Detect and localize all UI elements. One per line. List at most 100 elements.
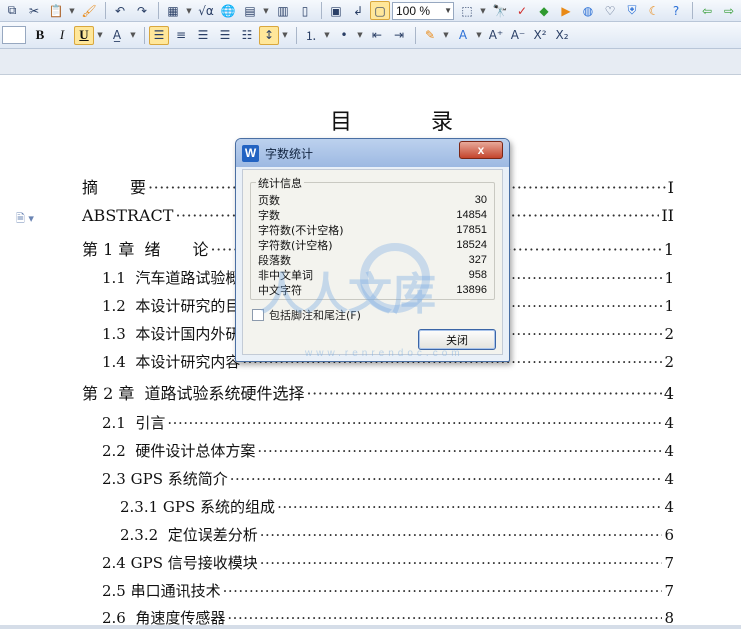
table-dropdown-icon[interactable]: ▼ xyxy=(262,1,270,20)
toc-entry[interactable]: 2.4 GPS 信号接收模块 7 xyxy=(102,552,674,573)
reading-mode-icon[interactable]: ▢ xyxy=(370,1,390,20)
close-button[interactable]: 关闭 xyxy=(418,329,496,350)
toc-entry[interactable]: 2.3.1 GPS 系统的组成 4 xyxy=(120,496,674,517)
decrease-indent-icon[interactable]: ⇤ xyxy=(367,26,387,45)
paragraph-marker-icon[interactable]: 🗎 ▾ xyxy=(16,210,34,229)
dialog-close-button[interactable]: x xyxy=(459,141,503,159)
italic-button[interactable]: I xyxy=(52,26,72,45)
toc-entry-page: 2 xyxy=(664,325,674,343)
document-map-icon[interactable]: ▣ xyxy=(326,1,346,20)
toc-entry-label: 1.1 汽车道路试验概 xyxy=(102,269,241,287)
align-center-icon[interactable]: ≡ xyxy=(171,26,191,45)
table-icon[interactable]: ▤ xyxy=(240,1,260,20)
dialog-titlebar[interactable]: W 字数统计 x xyxy=(236,139,509,167)
line-spacing-dropdown-icon[interactable]: ▼ xyxy=(281,26,289,45)
paste-dropdown-icon[interactable]: ▼ xyxy=(68,1,76,20)
toc-entry-page: 2 xyxy=(664,353,674,371)
stat-value: 18524 xyxy=(456,239,487,251)
toc-entry[interactable]: 2.3.2 定位误差分析 6 xyxy=(120,524,674,545)
zoom-select[interactable]: 100 % ▼ xyxy=(392,1,454,20)
subscript-button[interactable]: X₂ xyxy=(552,26,572,45)
toc-entry-label: 2.3.2 定位误差分析 xyxy=(120,526,258,544)
bold-button[interactable]: B xyxy=(30,26,50,45)
bullet-list-dropdown-icon[interactable]: ▼ xyxy=(356,26,364,45)
forward-arrow-icon[interactable]: ⇨ xyxy=(719,1,739,20)
cut-icon[interactable]: ✂ xyxy=(24,1,44,20)
line-spacing-icon[interactable]: ↕ xyxy=(259,25,279,45)
toc-entry[interactable]: 2.3 GPS 系统简介 4 xyxy=(102,468,674,489)
stat-row: 段落数 327 xyxy=(258,253,487,268)
show-marks-icon[interactable]: ↲ xyxy=(348,1,368,20)
toc-entry-page: 4 xyxy=(664,442,674,460)
play-icon[interactable]: ▶ xyxy=(556,1,576,20)
toc-entry[interactable]: 第 2 章 道路试验系统硬件选择 4 xyxy=(82,380,674,404)
toc-entry-label: 摘 要 xyxy=(82,178,147,197)
font-color-dropdown-icon[interactable]: ▼ xyxy=(475,26,483,45)
superscript-button[interactable]: X² xyxy=(530,26,550,45)
align-left-icon[interactable]: ☰ xyxy=(149,25,169,45)
stat-row: 非中文单词 958 xyxy=(258,268,487,283)
numbered-list-icon[interactable]: ⒈ xyxy=(301,26,321,45)
font-color-icon[interactable]: A xyxy=(453,26,473,45)
online-icon[interactable]: ◍ xyxy=(578,1,598,20)
format-painter-icon[interactable]: 🖌 xyxy=(79,1,99,20)
underline-dropdown-icon[interactable]: ▼ xyxy=(96,26,104,45)
toc-entry-page: 7 xyxy=(664,554,674,572)
template-icon[interactable]: ♡ xyxy=(600,1,620,20)
columns-icon[interactable]: ▥ xyxy=(273,1,293,20)
checkbox-box[interactable] xyxy=(252,309,264,321)
char-shading-icon[interactable]: A̲ xyxy=(107,26,127,45)
stat-value: 958 xyxy=(468,269,487,281)
toc-entry-label: 1.2 本设计研究的目 xyxy=(102,297,241,315)
moon-icon[interactable]: ☾ xyxy=(644,1,664,20)
find-icon[interactable]: 🔭 xyxy=(490,1,510,20)
hyperlink-icon[interactable]: 🌐 xyxy=(218,1,238,20)
toc-entry-label: 2.4 GPS 信号接收模块 xyxy=(102,554,258,572)
include-footnotes-checkbox[interactable]: 包括脚注和尾注(F) xyxy=(252,307,361,323)
stat-value: 17851 xyxy=(456,224,487,236)
increase-indent-icon[interactable]: ⇥ xyxy=(389,26,409,45)
distributed-icon[interactable]: ☷ xyxy=(237,26,257,45)
toc-entry[interactable]: 2.1 引言 4 xyxy=(102,412,674,433)
toc-entry[interactable]: 2.5 串口通讯技术 7 xyxy=(102,580,674,601)
shrink-font-icon[interactable]: A⁻ xyxy=(508,26,528,45)
grow-font-icon[interactable]: A⁺ xyxy=(486,26,506,45)
word-count-dialog: W 字数统计 x 统计信息 页数 30 字数 14854 字符数(不计空格) 1785… xyxy=(235,138,510,362)
spell-check-icon[interactable]: ✓ xyxy=(512,1,532,20)
stat-label: 字符数(不计空格) xyxy=(258,224,344,237)
align-right-icon[interactable]: ☰ xyxy=(193,26,213,45)
numbered-list-dropdown-icon[interactable]: ▼ xyxy=(323,26,331,45)
justify-icon[interactable]: ☰ xyxy=(215,26,235,45)
insert-table-icon[interactable]: ▦ xyxy=(163,1,183,20)
standard-toolbar: ⧉ ✂ 📋 ▼ 🖌 ↶ ↷ ▦ ▼ √α 🌐 ▤ ▼ ▥ ▯ ▣ ↲ ▢ 100… xyxy=(0,0,741,22)
toc-entry-page: 4 xyxy=(663,384,674,403)
share-icon[interactable]: ◆ xyxy=(534,1,554,20)
highlight-icon[interactable]: ✎ xyxy=(420,26,440,45)
undo-icon[interactable]: ↶ xyxy=(110,1,130,20)
copy-icon[interactable]: ⧉ xyxy=(2,1,22,20)
font-size-select[interactable] xyxy=(2,26,26,44)
back-arrow-icon[interactable]: ⇦ xyxy=(697,1,717,20)
toc-entry[interactable]: 2.2 硬件设计总体方案 4 xyxy=(102,440,674,461)
toc-entry-page: 4 xyxy=(664,498,674,516)
underline-button[interactable]: U xyxy=(74,25,94,45)
chart-icon[interactable]: ▯ xyxy=(295,1,315,20)
redo-icon[interactable]: ↷ xyxy=(132,1,152,20)
chevron-down-icon: ▼ xyxy=(444,5,452,15)
stat-value: 13896 xyxy=(456,284,487,296)
bullet-list-icon[interactable]: • xyxy=(334,26,354,45)
select-objects-icon[interactable]: ⬚ xyxy=(457,1,477,20)
dialog-body: 统计信息 页数 30 字数 14854 字符数(不计空格) 17851 字符数(计空格… xyxy=(242,169,503,355)
toc-entry-label: 2.1 引言 xyxy=(102,414,166,432)
highlight-dropdown-icon[interactable]: ▼ xyxy=(442,26,450,45)
select-objects-dropdown-icon[interactable]: ▼ xyxy=(479,1,487,20)
help-icon[interactable]: ? xyxy=(666,1,686,20)
toc-entry-page: 7 xyxy=(664,582,674,600)
char-shading-dropdown-icon[interactable]: ▼ xyxy=(129,26,137,45)
stat-label: 非中文单词 xyxy=(258,269,313,282)
stat-value: 327 xyxy=(468,254,487,266)
insert-table-dropdown-icon[interactable]: ▼ xyxy=(185,1,193,20)
shield-icon[interactable]: ⛨ xyxy=(622,1,642,20)
formula-icon[interactable]: √α xyxy=(196,1,216,20)
paste-icon[interactable]: 📋 xyxy=(46,1,66,20)
